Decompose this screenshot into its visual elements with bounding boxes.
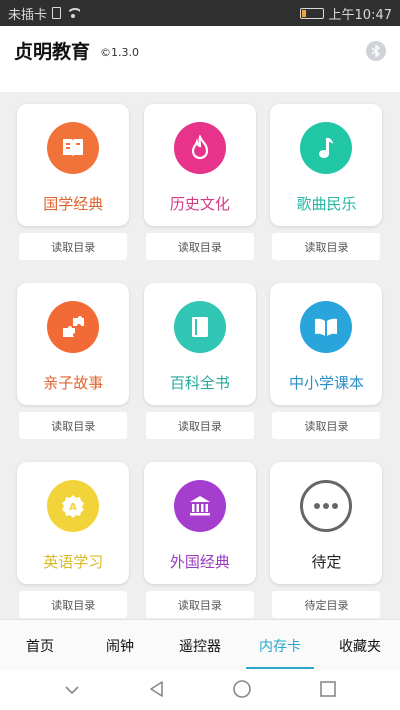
carrier-text: 未插卡 bbox=[8, 7, 48, 23]
open-book-icon bbox=[300, 301, 353, 353]
read-directory-button[interactable]: 读取目录 bbox=[272, 233, 381, 260]
book-icon bbox=[47, 122, 100, 174]
read-directory-button[interactable]: 读取目录 bbox=[145, 412, 254, 439]
category-grid: 国学经典 读取目录 历史文化 读取目录 歌曲民乐 读取目录 亲子故事 读取目录 … bbox=[0, 92, 400, 619]
category-card-stories[interactable]: 亲子故事 bbox=[17, 283, 130, 405]
category-card-english[interactable]: A 英语学习 bbox=[17, 462, 130, 584]
music-note-icon bbox=[300, 122, 353, 174]
recent-apps-icon[interactable] bbox=[319, 680, 337, 702]
card-label: 亲子故事 bbox=[43, 374, 104, 392]
flame-icon bbox=[173, 122, 226, 174]
grid-cell: 外国经典 读取目录 bbox=[137, 450, 264, 619]
grid-row: A 英语学习 读取目录 外国经典 读取目录 待定 待定目录 bbox=[0, 450, 400, 619]
english-badge-icon: A bbox=[47, 480, 100, 532]
grid-cell: 百科全书 读取目录 bbox=[137, 271, 264, 441]
read-directory-button[interactable]: 读取目录 bbox=[145, 591, 254, 618]
museum-icon bbox=[173, 480, 226, 532]
clock-text: 上午10:47 bbox=[328, 7, 392, 23]
tab-memory-card[interactable]: 内存卡 bbox=[240, 620, 320, 671]
grid-cell: A 英语学习 读取目录 bbox=[10, 450, 137, 619]
read-directory-button[interactable]: 读取目录 bbox=[19, 591, 128, 618]
encyclopedia-icon bbox=[173, 301, 226, 353]
back-icon[interactable] bbox=[148, 680, 166, 702]
card-label: 待定 bbox=[311, 553, 342, 571]
grid-cell: 中小学课本 读取目录 bbox=[263, 271, 390, 441]
pending-directory-button[interactable]: 待定目录 bbox=[272, 591, 381, 618]
bluetooth-icon[interactable] bbox=[366, 41, 386, 61]
category-card-pending[interactable]: 待定 bbox=[270, 462, 383, 584]
read-directory-button[interactable]: 读取目录 bbox=[19, 412, 128, 439]
svg-text:A: A bbox=[69, 502, 77, 513]
card-label: 百科全书 bbox=[169, 374, 230, 392]
chevron-down-icon[interactable] bbox=[63, 681, 81, 700]
card-label: 中小学课本 bbox=[288, 374, 364, 392]
app-header: 贞明教育 ©1.3.0 bbox=[0, 26, 400, 74]
tab-remote[interactable]: 遥控器 bbox=[160, 620, 240, 671]
read-directory-button[interactable]: 读取目录 bbox=[145, 233, 254, 260]
sim-icon bbox=[52, 7, 62, 19]
card-label: 国学经典 bbox=[43, 195, 104, 213]
wifi-icon bbox=[66, 8, 81, 18]
status-bar: 未插卡 上午10:47 bbox=[0, 0, 400, 26]
category-card-foreign-classics[interactable]: 外国经典 bbox=[143, 462, 256, 584]
category-card-history[interactable]: 历史文化 bbox=[143, 104, 256, 226]
battery-icon bbox=[299, 7, 324, 19]
category-card-textbooks[interactable]: 中小学课本 bbox=[270, 283, 383, 405]
bottom-nav: 首页 闹钟 遥控器 内存卡 收藏夹 bbox=[0, 619, 400, 671]
system-nav-bar bbox=[0, 671, 400, 710]
grid-row: 亲子故事 读取目录 百科全书 读取目录 中小学课本 读取目录 bbox=[0, 271, 400, 441]
tab-home[interactable]: 首页 bbox=[0, 620, 80, 671]
grid-cell: 国学经典 读取目录 bbox=[10, 92, 137, 262]
card-label: 历史文化 bbox=[169, 195, 230, 213]
read-directory-button[interactable]: 读取目录 bbox=[19, 233, 128, 260]
grid-row: 国学经典 读取目录 历史文化 读取目录 歌曲民乐 读取目录 bbox=[0, 92, 400, 262]
tab-alarm[interactable]: 闹钟 bbox=[80, 620, 160, 671]
grid-cell: 亲子故事 读取目录 bbox=[10, 271, 137, 441]
card-label: 英语学习 bbox=[43, 553, 104, 571]
card-label: 歌曲民乐 bbox=[296, 195, 357, 213]
more-icon bbox=[300, 480, 353, 532]
grid-cell: 待定 待定目录 bbox=[263, 450, 390, 619]
app-version: ©1.3.0 bbox=[100, 45, 140, 59]
grid-cell: 历史文化 读取目录 bbox=[137, 92, 264, 262]
card-label: 外国经典 bbox=[169, 553, 230, 571]
category-card-songs[interactable]: 歌曲民乐 bbox=[270, 104, 383, 226]
read-directory-button[interactable]: 读取目录 bbox=[272, 412, 381, 439]
home-icon[interactable] bbox=[232, 679, 252, 703]
tab-favorites[interactable]: 收藏夹 bbox=[320, 620, 400, 671]
puzzle-icon bbox=[47, 301, 100, 353]
grid-cell: 歌曲民乐 读取目录 bbox=[263, 92, 390, 262]
category-card-encyclopedia[interactable]: 百科全书 bbox=[143, 283, 256, 405]
app-title: 贞明教育 bbox=[14, 40, 91, 63]
category-card-guoxue[interactable]: 国学经典 bbox=[17, 104, 130, 226]
